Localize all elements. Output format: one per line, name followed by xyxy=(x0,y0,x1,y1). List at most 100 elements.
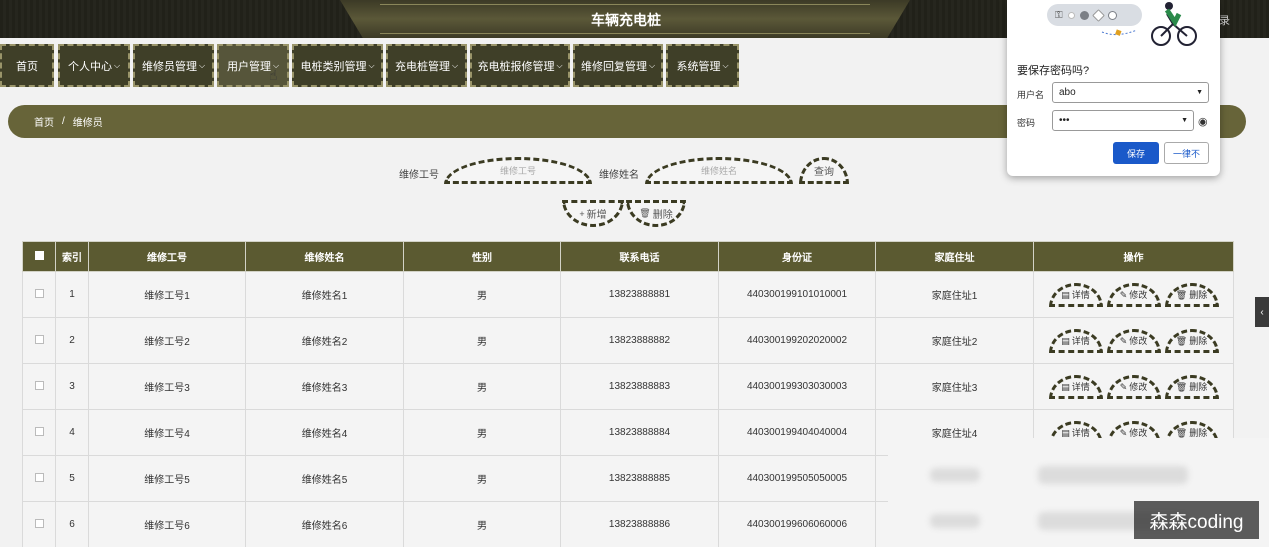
detail-button[interactable]: ▤详情 xyxy=(1048,374,1103,399)
chevron-down-icon: ⌵ xyxy=(198,60,206,70)
row-checkbox[interactable] xyxy=(34,426,44,436)
row-select-cell[interactable] xyxy=(22,409,56,456)
chevron-down-icon: ⌵ xyxy=(648,60,656,70)
nav-item-repair-reply-management[interactable]: 维修回复管理 ⌵ xyxy=(573,44,663,87)
dropdown-arrow-icon: ▼ xyxy=(1181,117,1188,124)
nav-label: 个人中心 xyxy=(67,60,112,73)
address-cell: 家庭住址3 xyxy=(875,363,1034,410)
logout-link[interactable]: 录 xyxy=(1219,12,1230,28)
nav-item-charging-pile-management[interactable]: 充电桩管理 ⌵ xyxy=(386,44,467,87)
operations-cell: ▤详情✎修改🗑删除 xyxy=(1033,271,1234,318)
index-cell: 4 xyxy=(55,409,89,456)
nav-label: 维修回复管理 xyxy=(580,60,647,73)
row-checkbox[interactable] xyxy=(34,380,44,390)
delete-label: 删除 xyxy=(652,210,673,221)
delete-button[interactable]: 🗑删除 xyxy=(1164,328,1219,353)
popup-illustration: ⚿ xyxy=(1007,0,1220,55)
table-row: 3 维修工号3 维修姓名3 男 13823888883 44030019930303000… xyxy=(22,363,1234,410)
index-cell: 1 xyxy=(55,271,89,318)
edit-button[interactable]: ✎修改 xyxy=(1106,282,1161,307)
document-icon: ▤ xyxy=(1061,289,1070,300)
phone-cell: 13823888883 xyxy=(560,363,719,410)
repair-no-cell: 维修工号5 xyxy=(88,455,246,502)
gender-cell: 男 xyxy=(403,501,561,547)
id-card-cell: 440300199404040004 xyxy=(718,409,876,456)
nav-item-system-management[interactable]: 系统管理 ⌵ xyxy=(666,44,739,87)
id-card-cell: 440300199101010001 xyxy=(718,271,876,318)
password-label: 密码 xyxy=(1017,118,1036,128)
nav-label: 首页 xyxy=(16,60,38,73)
nav-label: 电桩类别管理 xyxy=(300,60,367,73)
username-select[interactable]: abo ▼ xyxy=(1052,82,1209,103)
phone-cell: 13823888881 xyxy=(560,271,719,318)
chevron-down-icon: ⌵ xyxy=(556,60,563,70)
plus-icon: + xyxy=(579,208,585,219)
address-cell: 家庭住址1 xyxy=(875,271,1034,318)
detail-button[interactable]: ▤详情 xyxy=(1048,282,1103,307)
row-checkbox[interactable] xyxy=(34,518,44,528)
password-select[interactable]: ••• ▼ xyxy=(1052,110,1194,131)
username-value: abo xyxy=(1059,87,1076,98)
row-select-cell[interactable] xyxy=(22,501,56,547)
watermark: 森森coding xyxy=(1134,501,1259,539)
row-checkbox[interactable] xyxy=(34,472,44,482)
repair-no-input[interactable]: 维修工号 xyxy=(444,157,592,184)
id-card-cell: 440300199505050005 xyxy=(718,455,876,502)
repair-no-cell: 维修工号1 xyxy=(88,271,246,318)
side-collapse-handle[interactable]: ‹ xyxy=(1255,297,1269,327)
row-select-cell[interactable] xyxy=(22,455,56,502)
gender-cell: 男 xyxy=(403,363,561,410)
detail-label: 详情 xyxy=(1071,427,1090,438)
id-card-cell: 440300199606060006 xyxy=(718,501,876,547)
row-select-cell[interactable] xyxy=(22,271,56,318)
repair-name-cell: 维修姓名4 xyxy=(245,409,404,456)
repair-name-cell: 维修姓名1 xyxy=(245,271,404,318)
index-cell: 2 xyxy=(55,317,89,364)
breadcrumb-home[interactable]: 首页 xyxy=(34,114,54,129)
repair-name-label: 维修姓名 xyxy=(599,170,639,181)
nav-item-repairer-management[interactable]: 维修员管理 ⌵ xyxy=(133,44,214,87)
add-button[interactable]: + 新增 xyxy=(562,200,624,227)
detail-button[interactable]: ▤详情 xyxy=(1048,328,1103,353)
never-button[interactable]: 一律不 xyxy=(1164,142,1209,164)
chevron-down-icon: ⌵ xyxy=(368,60,375,70)
phone-cell: 13823888885 xyxy=(560,455,719,502)
detail-label: 详情 xyxy=(1071,289,1090,300)
nav-item-home[interactable]: 首页 xyxy=(0,44,54,87)
table-header-row: 索引 维修工号 维修姓名 性别 联系电话 身份证 家庭住址 操作 xyxy=(22,241,1234,272)
chevron-down-icon: ⌵ xyxy=(113,60,121,70)
batch-delete-button[interactable]: 🗑 删除 xyxy=(626,200,686,227)
pencil-icon: ✎ xyxy=(1119,289,1128,300)
index-cell: 5 xyxy=(55,455,89,502)
save-button[interactable]: 保存 xyxy=(1113,142,1159,164)
breadcrumb-separator: / xyxy=(62,116,65,127)
nav-item-pile-category-management[interactable]: 电桩类别管理 ⌵ xyxy=(292,44,383,87)
column-header: 维修工号 xyxy=(88,241,246,272)
nav-item-repair-report-management[interactable]: 充电桩报修管理 ⌵ xyxy=(470,44,570,87)
delete-label: 删除 xyxy=(1189,335,1208,346)
delete-button[interactable]: 🗑删除 xyxy=(1164,282,1219,307)
delete-label: 删除 xyxy=(1189,427,1208,438)
cyclist-illustration-icon xyxy=(1101,2,1197,46)
delete-label: 删除 xyxy=(1189,381,1208,392)
select-all-cell[interactable] xyxy=(22,241,56,272)
nav-item-personal-center[interactable]: 个人中心 ⌵ xyxy=(58,44,130,87)
edit-button[interactable]: ✎修改 xyxy=(1106,374,1161,399)
row-checkbox[interactable] xyxy=(34,334,44,344)
delete-button[interactable]: 🗑删除 xyxy=(1164,374,1219,399)
document-icon: ▤ xyxy=(1061,335,1070,346)
repair-name-cell: 维修姓名6 xyxy=(245,501,404,547)
row-select-cell[interactable] xyxy=(22,317,56,364)
chevron-down-icon: ⌵ xyxy=(722,60,729,70)
edit-label: 修改 xyxy=(1129,289,1148,300)
row-checkbox[interactable] xyxy=(34,288,44,298)
repair-name-input[interactable]: 维修姓名 xyxy=(645,157,793,184)
eye-icon[interactable]: ◉ xyxy=(1198,115,1208,128)
nav-label: 充电桩报修管理 xyxy=(477,60,555,73)
select-all-checkbox[interactable] xyxy=(34,250,44,260)
edit-button[interactable]: ✎修改 xyxy=(1106,328,1161,353)
nav-item-user-management[interactable]: 用户管理 ⌵ xyxy=(217,44,289,87)
row-select-cell[interactable] xyxy=(22,363,56,410)
gender-cell: 男 xyxy=(403,271,561,318)
query-button[interactable]: 查询 xyxy=(799,157,849,184)
